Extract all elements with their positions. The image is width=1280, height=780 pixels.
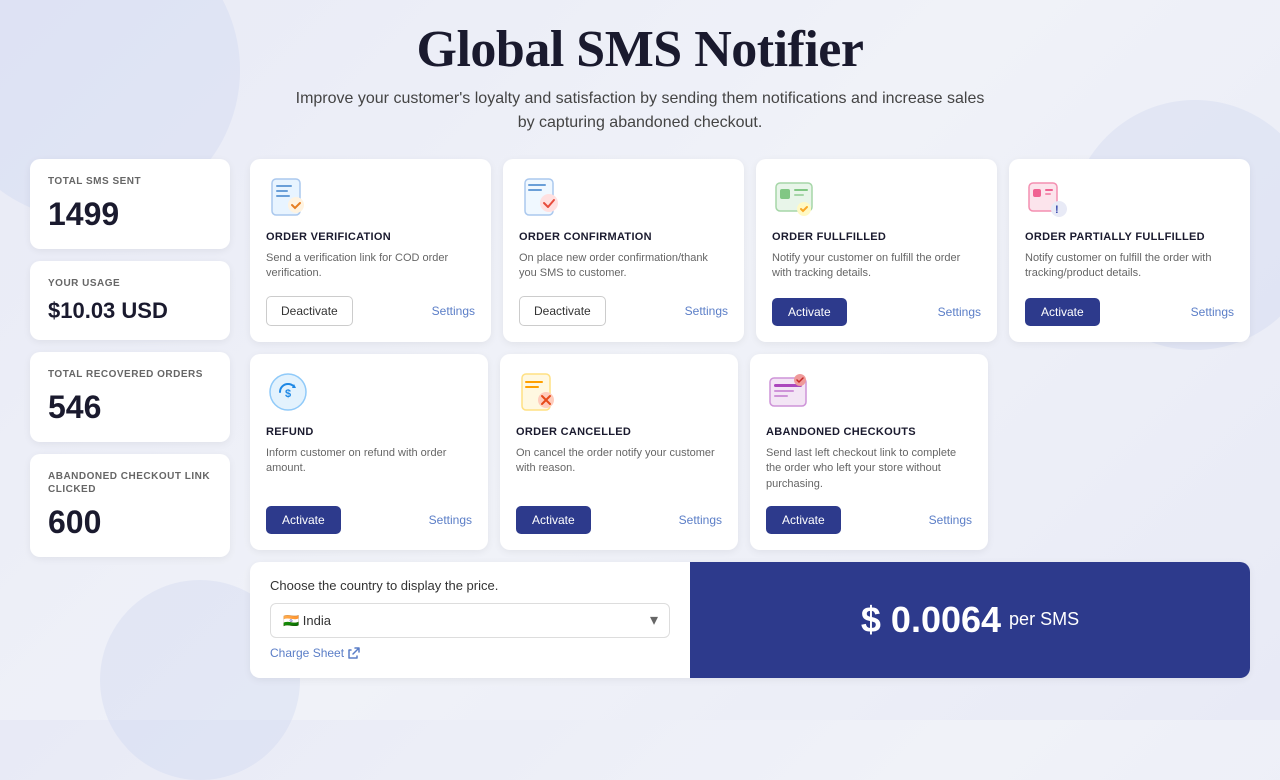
refund-settings-button[interactable]: Settings xyxy=(429,513,472,527)
card-order-fulfilled: ORDER FULLFILLED Notify your customer on… xyxy=(756,159,997,342)
order-partially-fulfilled-icon: ! xyxy=(1025,175,1069,219)
abandoned-checkouts-icon xyxy=(766,370,810,414)
abandoned-checkouts-settings-button[interactable]: Settings xyxy=(929,513,972,527)
stat-your-usage: YOUR USAGE $10.03 USD xyxy=(30,261,230,340)
order-fulfilled-icon xyxy=(772,175,816,219)
order-fulfilled-activate-button[interactable]: Activate xyxy=(772,298,847,326)
page-title: Global SMS Notifier xyxy=(30,20,1250,79)
card-order-verification: ORDER VERIFICATION Send a verification l… xyxy=(250,159,491,342)
order-verification-deactivate-button[interactable]: Deactivate xyxy=(266,296,353,326)
abandoned-checkouts-activate-button[interactable]: Activate xyxy=(766,506,841,534)
card-order-confirmation-actions: Deactivate Settings xyxy=(519,296,728,326)
bottom-section: Choose the country to display the price.… xyxy=(250,562,1250,678)
right-content: ORDER VERIFICATION Send a verification l… xyxy=(250,159,1250,678)
country-select-wrapper: 🇮🇳 India 🇺🇸 United States 🇬🇧 United King… xyxy=(270,603,670,638)
order-verification-icon xyxy=(266,175,310,219)
country-selector-label: Choose the country to display the price. xyxy=(270,578,670,593)
country-selector-panel: Choose the country to display the price.… xyxy=(250,562,690,678)
svg-text:!: ! xyxy=(1055,204,1059,216)
refund-icon: $ xyxy=(266,370,310,414)
svg-text:$: $ xyxy=(285,388,291,400)
charge-sheet-link[interactable]: Charge Sheet xyxy=(270,646,360,660)
order-partially-fulfilled-activate-button[interactable]: Activate xyxy=(1025,298,1100,326)
card-refund-actions: Activate Settings xyxy=(266,506,472,534)
stat-abandoned-checkout-link-clicked: ABANDONED CHECKOUT LINK CLICKED 600 xyxy=(30,454,230,557)
card-refund: $ REFUND Inform customer on refund with … xyxy=(250,354,488,550)
stat-total-recovered-orders: TOTAL RECOVERED ORDERS 546 xyxy=(30,352,230,442)
card-abandoned-checkouts: ABANDONED CHECKOUTS Send last left check… xyxy=(750,354,988,550)
cards-row-2: $ REFUND Inform customer on refund with … xyxy=(250,354,988,550)
price-banner: $ 0.0064 per SMS xyxy=(690,562,1250,678)
order-fulfilled-settings-button[interactable]: Settings xyxy=(938,305,981,319)
order-cancelled-activate-button[interactable]: Activate xyxy=(516,506,591,534)
external-link-icon xyxy=(348,647,360,659)
order-partially-fulfilled-settings-button[interactable]: Settings xyxy=(1191,305,1234,319)
country-select[interactable]: 🇮🇳 India 🇺🇸 United States 🇬🇧 United King… xyxy=(270,603,670,638)
cards-row-1: ORDER VERIFICATION Send a verification l… xyxy=(250,159,1250,342)
card-order-cancelled: ORDER CANCELLED On cancel the order noti… xyxy=(500,354,738,550)
card-abandoned-checkouts-actions: Activate Settings xyxy=(766,506,972,534)
order-cancelled-settings-button[interactable]: Settings xyxy=(679,513,722,527)
card-order-partially-fulfilled-actions: Activate Settings xyxy=(1025,298,1234,326)
order-cancelled-icon xyxy=(516,370,560,414)
page-subtitle: Improve your customer's loyalty and sati… xyxy=(290,87,990,135)
order-verification-settings-button[interactable]: Settings xyxy=(432,304,475,318)
card-order-fulfilled-actions: Activate Settings xyxy=(772,298,981,326)
card-order-partially-fulfilled: ! ORDER PARTIALLY FULLFILLED Notify cust… xyxy=(1009,159,1250,342)
order-confirmation-deactivate-button[interactable]: Deactivate xyxy=(519,296,606,326)
card-order-confirmation: ORDER CONFIRMATION On place new order co… xyxy=(503,159,744,342)
page-header: Global SMS Notifier Improve your custome… xyxy=(30,20,1250,135)
stats-sidebar: TOTAL SMS SENT 1499 YOUR USAGE $10.03 US… xyxy=(30,159,230,557)
order-confirmation-settings-button[interactable]: Settings xyxy=(685,304,728,318)
card-order-cancelled-actions: Activate Settings xyxy=(516,506,722,534)
order-confirmation-icon xyxy=(519,175,563,219)
card-order-verification-actions: Deactivate Settings xyxy=(266,296,475,326)
stat-total-sms-sent: TOTAL SMS SENT 1499 xyxy=(30,159,230,249)
refund-activate-button[interactable]: Activate xyxy=(266,506,341,534)
